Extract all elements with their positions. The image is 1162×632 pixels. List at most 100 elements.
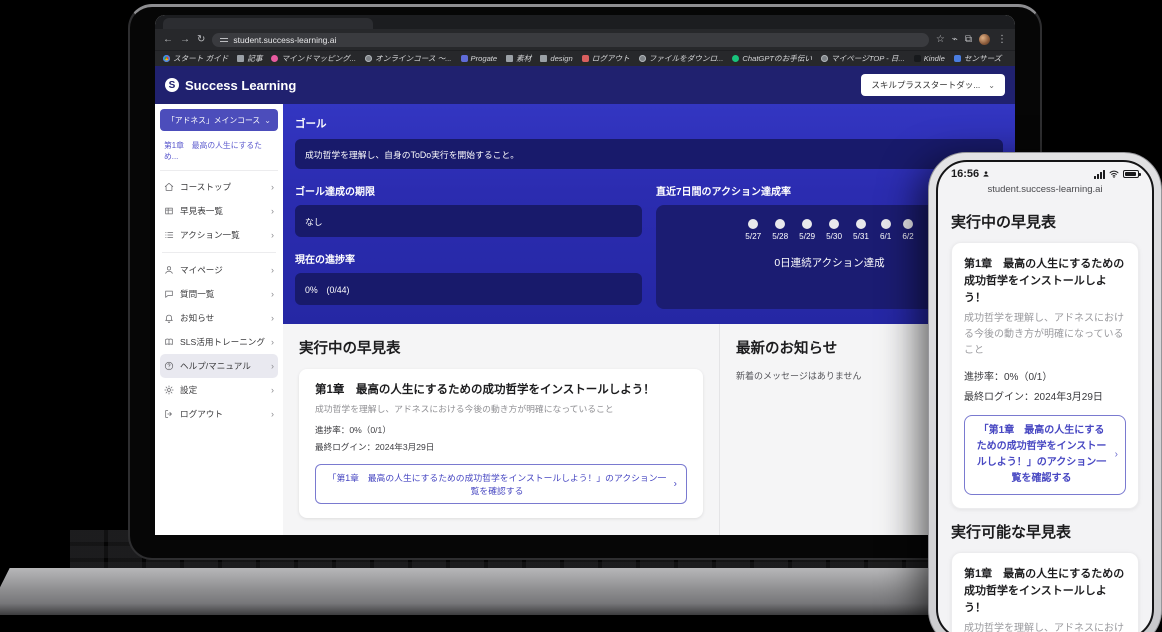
bookmark-item[interactable]: design — [540, 54, 572, 63]
phone-url[interactable]: student.success-learning.ai — [951, 184, 1139, 195]
bookmark-label: ChatGPTのお手伝い — [742, 53, 812, 64]
browser-toolbar: ← → ↻ student.success-learning.ai ☆ ⌁ ⧉ … — [155, 29, 1015, 50]
sidebar-item-label: 質問一覧 — [180, 288, 214, 300]
brand-name: Success Learning — [185, 78, 296, 93]
chat-icon — [164, 289, 174, 299]
chevron-right-icon: › — [271, 337, 274, 347]
app-viewport: S Success Learning スキルプラススタートダッ... ⌄ 「アド… — [155, 66, 1015, 535]
chapter-card-progress: 進捗率：0%（0/1） — [315, 424, 687, 436]
favicon-globe — [365, 55, 372, 62]
scene: ← → ↻ student.success-learning.ai ☆ ⌁ ⧉ … — [0, 0, 1162, 632]
phone-view-action-list-button[interactable]: 「第1章 最高の人生にするための成功哲学をインストールしよう！」のアクション一覧… — [964, 415, 1126, 495]
sidebar-item-course-top[interactable]: コーストップ› — [160, 175, 278, 199]
favicon-dot — [732, 55, 739, 62]
bookmark-item[interactable]: オンラインコース ～... — [365, 53, 451, 64]
progress-heading: 現在の進捗率 — [295, 251, 642, 266]
help-icon — [164, 361, 174, 371]
chapter-card: 第1章 最高の人生にするための成功哲学をインストールしよう！ 成功哲学を理解し、… — [299, 369, 703, 518]
sidebar-item-sls-training[interactable]: SLS活用トレーニング › — [160, 330, 278, 354]
phone-chapter-card-2: 第1章 最高の人生にするための成功哲学をインストールしよう！ 成功哲学を理解し、… — [951, 552, 1139, 632]
chapter-card-title: 第1章 最高の人生にするための成功哲学をインストールしよう！ — [315, 381, 687, 397]
chevron-right-icon: › — [271, 409, 274, 419]
bookmark-item[interactable]: 素材 — [506, 53, 531, 64]
forward-icon[interactable]: → — [180, 35, 190, 45]
numbered-list-icon — [164, 230, 174, 240]
sidebar-item-label: アクション一覧 — [180, 229, 240, 241]
sidebar-item-logout[interactable]: ログアウト› — [160, 402, 278, 426]
goal-text: 成功哲学を理解し、自身のToDo実行を開始すること。 — [305, 148, 519, 161]
day-dot — [748, 219, 758, 229]
sidebar-chapter-link[interactable]: 第1章 最高の人生にするため... — [160, 131, 278, 171]
bookmark-label: design — [550, 54, 572, 63]
back-icon[interactable]: ← — [163, 35, 173, 45]
browser-active-tab[interactable] — [163, 18, 373, 29]
day-dot — [775, 219, 785, 229]
phone-card-title: 第1章 最高の人生にするための成功哲学をインストールしよう！ — [964, 566, 1126, 617]
user-icon — [164, 265, 174, 275]
favicon-folder — [540, 55, 547, 62]
view-action-list-label: 「第1章 最高の人生にするための成功哲学をインストールしよう！」のアクション一覧… — [328, 473, 667, 496]
running-sheets-section: 実行中の早見表 第1章 最高の人生にするための成功哲学をインストールしよう！ 成… — [283, 324, 719, 535]
sidebar-item-questions[interactable]: 質問一覧› — [160, 282, 278, 306]
course-selector[interactable]: 「アドネス」メインコース ⌄ — [160, 109, 278, 131]
day-item: 5/30 — [826, 219, 842, 241]
extension-icon[interactable]: ⌁ — [952, 35, 958, 45]
favicon-chrome — [163, 55, 170, 62]
chevron-right-icon: › — [271, 206, 274, 216]
day-dot — [903, 219, 913, 229]
workspace-selector[interactable]: スキルプラススタートダッ... ⌄ — [861, 74, 1005, 96]
laptop-frame: ← → ↻ student.success-learning.ai ☆ ⌁ ⧉ … — [128, 4, 1042, 560]
bookmark-item[interactable]: ログアウト — [582, 53, 630, 64]
reload-icon[interactable]: ↻ — [197, 35, 205, 45]
downloads-icon[interactable]: ⧉ — [965, 35, 972, 45]
bookmark-item[interactable]: マインドマッピング... — [271, 53, 356, 64]
logout-icon — [164, 409, 174, 419]
bookmark-label: センサーズ — [964, 53, 1002, 64]
chapter-card-description: 成功哲学を理解し、アドネスにおける今後の動き方が明確になっていること — [315, 402, 687, 415]
chapter-card-last-login: 最終ログイン：2024年3月29日 — [315, 441, 687, 453]
person-icon — [982, 170, 990, 178]
chevron-right-icon: › — [1115, 447, 1118, 463]
chevron-down-icon: ⌄ — [988, 81, 995, 90]
sidebar-item-sheet-list[interactable]: 早見表一覧 › — [160, 199, 278, 223]
bookmark-item[interactable]: 記事 — [237, 53, 262, 64]
bookmark-item[interactable]: Progate — [461, 54, 498, 63]
sidebar-menu: コーストップ› 早見表一覧› アクション一覧› — [160, 171, 278, 426]
sidebar-item-label: マイページ — [180, 264, 223, 276]
sidebar-divider — [162, 252, 276, 253]
sidebar-item-notices[interactable]: お知らせ› — [160, 306, 278, 330]
phone-status-bar: 16:56 — [951, 168, 1139, 180]
gear-icon — [164, 385, 174, 395]
bookmark-star-icon[interactable]: ☆ — [936, 35, 945, 45]
brand[interactable]: S Success Learning — [165, 78, 296, 93]
bookmark-item[interactable]: Kindle — [914, 54, 945, 63]
deadline-value: なし — [305, 215, 323, 228]
kebab-menu-icon[interactable]: ⋮ — [997, 35, 1007, 45]
sidebar-item-mypage[interactable]: マイページ› — [160, 258, 278, 282]
goal-heading: ゴール — [295, 116, 1003, 131]
bookmark-item[interactable]: ChatGPTのお手伝い — [732, 53, 812, 64]
bookmark-label: スタート ガイド — [173, 53, 228, 64]
day-item: 5/31 — [853, 219, 869, 241]
browser-tab-bar — [155, 15, 1015, 29]
profile-avatar[interactable] — [979, 34, 990, 45]
site-info-icon[interactable] — [220, 36, 228, 44]
sidebar-item-help-manual[interactable]: ヘルプ/マニュアル› — [160, 354, 278, 378]
running-sheets-heading: 実行中の早見表 — [299, 337, 703, 358]
sidebar-item-settings[interactable]: 設定› — [160, 378, 278, 402]
address-bar[interactable]: student.success-learning.ai — [212, 33, 928, 47]
sidebar-item-label: 早見表一覧 — [180, 205, 223, 217]
bookmark-item[interactable]: マイページTOP - 日... — [821, 53, 905, 64]
bookmark-item[interactable]: ファイルをダウンロ... — [639, 53, 724, 64]
bookmark-label: ファイルをダウンロ... — [649, 53, 724, 64]
bookmark-item[interactable]: センサーズ — [954, 53, 1002, 64]
sidebar-item-label: SLS活用トレーニング — [180, 336, 265, 348]
bookmark-item[interactable]: スタート ガイド — [163, 53, 228, 64]
phone-available-heading: 実行可能な早見表 — [951, 521, 1139, 542]
view-action-list-button[interactable]: 「第1章 最高の人生にするための成功哲学をインストールしよう！」のアクション一覧… — [315, 464, 687, 504]
day-item: 5/28 — [772, 219, 788, 241]
day-item: 6/2 — [902, 219, 913, 241]
favicon-globe — [639, 55, 646, 62]
course-selector-label: 「アドネス」メインコース — [167, 115, 260, 126]
sidebar-item-action-list[interactable]: アクション一覧› — [160, 223, 278, 247]
